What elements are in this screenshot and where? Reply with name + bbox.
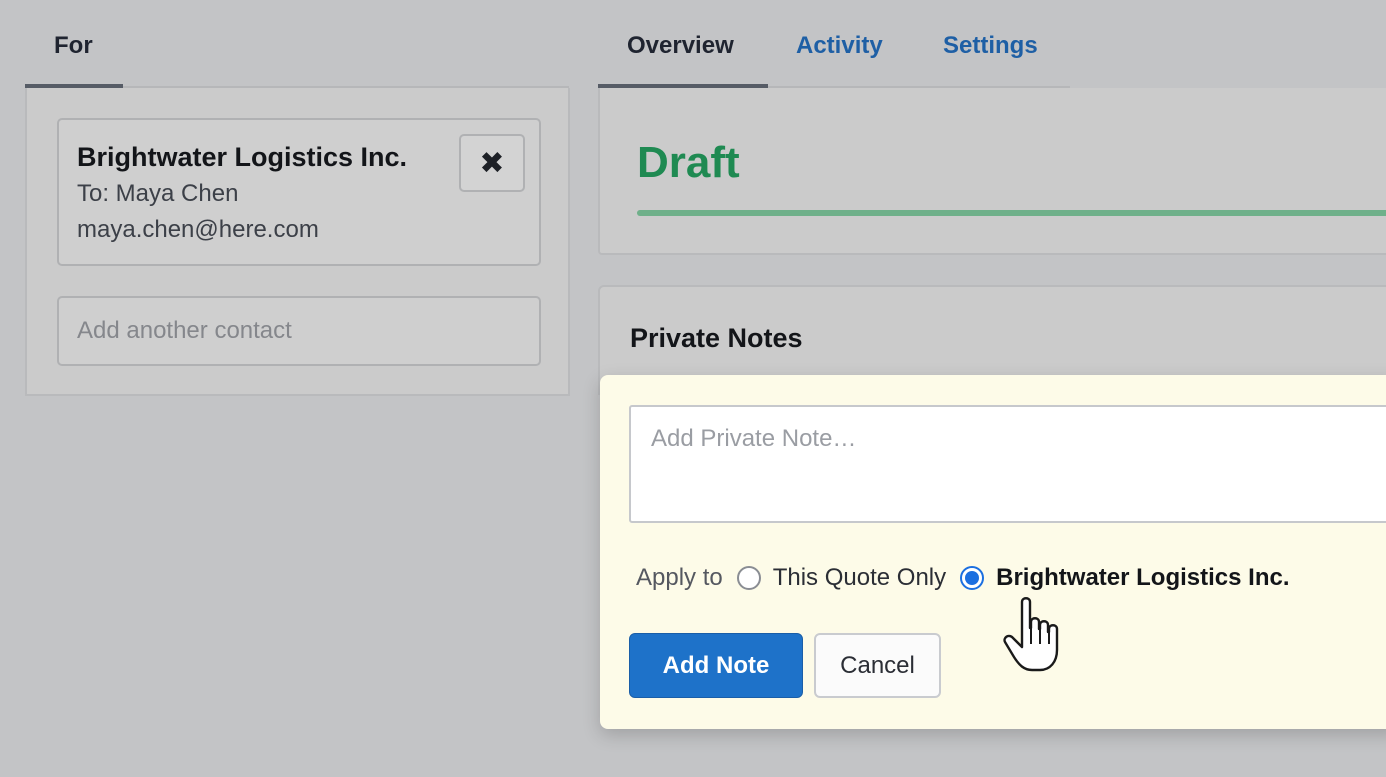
cancel-button[interactable]: Cancel [814,633,941,698]
status-label: Draft [637,138,740,187]
main-tab-bar: Overview Activity Settings [598,0,1386,88]
add-note-button[interactable]: Add Note [629,633,803,698]
app-root: For Brightwater Logistics Inc. To: Maya … [0,0,1386,777]
tab-for[interactable]: For [25,0,123,88]
radio-company[interactable] [960,566,985,590]
add-contact-input[interactable] [57,296,541,366]
radio-label-this-quote-only[interactable]: This Quote Only [773,564,946,592]
status-progress-track [637,210,1386,216]
add-note-form: Apply to This Quote Only Brightwater Log… [600,375,1386,729]
contact-card: Brightwater Logistics Inc. To: Maya Chen… [57,118,541,266]
radio-label-company[interactable]: Brightwater Logistics Inc. [996,564,1289,592]
apply-to-label: Apply to [636,564,723,591]
left-tab-bar: For [25,0,569,88]
status-panel: Draft [598,88,1386,255]
remove-contact-button[interactable]: ✖ [459,134,525,192]
private-note-textarea[interactable] [629,405,1386,523]
contact-to-line: To: Maya Chen [77,180,239,207]
status-progress-fill [637,210,1386,216]
tab-settings[interactable]: Settings [943,32,1038,60]
tab-overview[interactable]: Overview [627,32,734,60]
close-icon: ✖ [479,146,505,180]
radio-this-quote-only[interactable] [736,566,761,590]
recipient-panel: Brightwater Logistics Inc. To: Maya Chen… [25,88,570,396]
apply-to-row: Apply to This Quote Only Brightwater Log… [636,561,1290,595]
contact-company-name: Brightwater Logistics Inc. [77,142,408,172]
contact-email: maya.chen@here.com [77,216,319,243]
tab-activity[interactable]: Activity [796,32,883,60]
private-notes-title: Private Notes [630,323,803,353]
